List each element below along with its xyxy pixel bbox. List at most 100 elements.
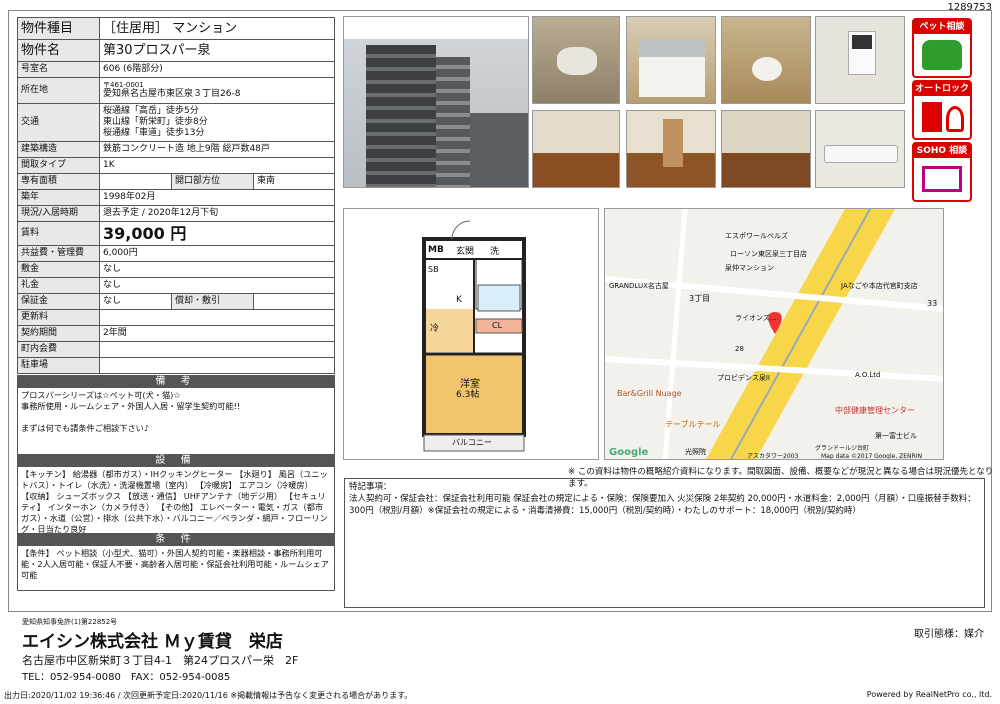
map-label: ライオンズ…: [735, 314, 777, 322]
map-label: ローソン東区泉三丁目店: [730, 250, 807, 258]
map-drawing: [605, 209, 943, 459]
biko-text: プロスパーシリーズは☆ペット可(犬・猫)☆ 事務所使用・ルームシェア・外国人入居…: [17, 388, 335, 454]
building-photo: [343, 16, 529, 188]
tokki-title: 特記事項：: [349, 482, 392, 492]
output-date: 出力日:2020/11/02 19:36:46 / 次回更新予定日:2020/1…: [4, 691, 413, 700]
value-fee: 6,000円: [99, 245, 335, 262]
label-access: 交通: [17, 103, 100, 142]
plan-sb: SB: [428, 265, 439, 274]
value-name: 第30プロスパー泉: [99, 39, 335, 62]
map-label: GRANDLUX名古屋: [609, 282, 669, 290]
photo-intercom: [815, 16, 905, 104]
plan-balcony: バルコニー: [452, 438, 492, 447]
plan-rei: 冷: [430, 324, 440, 334]
label-built: 築年: [17, 189, 100, 206]
property-info-table: 物件種目 ［住居用］ マンション 物件名 第30プロスパー泉 号室名 606 (6階部…: [17, 17, 335, 374]
license: 愛知県知事免許(1)第22852号: [22, 618, 118, 626]
remarks-section: 備 考 プロスパーシリーズは☆ペット可(犬・猫)☆ 事務所使用・ルームシェア・外…: [17, 375, 335, 591]
label-direction: 開口部方位: [171, 173, 254, 190]
access-line: 東山線「新栄町」徒歩8分: [103, 117, 208, 128]
photo-aircon: [815, 110, 905, 188]
value-status: 退去予定 / 2020年12月下旬: [99, 205, 335, 222]
autolock-label: オートロック: [914, 82, 970, 96]
plan-size: 6.3帖: [456, 390, 480, 400]
biko-header: 備 考: [17, 375, 335, 388]
map-label: JAなごや本店代官町支店: [841, 282, 918, 290]
label-name: 物件名: [17, 39, 100, 62]
value-built: 1998年02月: [99, 189, 335, 206]
value-parking: [99, 357, 335, 374]
plan-cl: CL: [492, 321, 503, 330]
label-term: 契約期間: [17, 325, 100, 342]
label-structure: 建築構造: [17, 141, 100, 158]
value-guarantee: なし: [99, 293, 172, 310]
photo-room-2: [626, 110, 716, 188]
label-deposit: 敷金: [17, 261, 100, 278]
company-tel: TEL：052-954-0080 FAX：052-954-0085: [22, 672, 231, 683]
value-address: 愛知県名古屋市東区泉３丁目26-8: [103, 89, 241, 100]
tokki-text: 法人契約可・保証会社：保証会社利用可能 保証会社の規定による・保険：保険要加入 …: [349, 494, 976, 516]
value-community: [99, 341, 335, 358]
label-address: 所在地: [17, 77, 100, 104]
map-label: エスポワールベルズ: [725, 232, 788, 240]
value-direction: 東南: [253, 173, 335, 190]
photo-kitchen: [626, 16, 716, 104]
google-logo: Google: [609, 447, 649, 458]
output-info: 出力日:2020/11/02 19:36:46 / 次回更新予定日:2020/1…: [4, 690, 996, 701]
plan-mb: MB: [428, 245, 444, 255]
map-label: A.O.Ltd: [855, 371, 881, 379]
company-name: エイシン株式会社 Ｍｙ賃貸 栄店: [22, 632, 283, 652]
label-area: 専有面積: [17, 173, 100, 190]
setsubi-header: 設 備: [17, 454, 335, 467]
value-type: ［住居用］ マンション: [99, 17, 335, 40]
pet-icon: ペット相談: [912, 18, 972, 78]
map-label: 33: [927, 299, 938, 308]
photo-bath: [532, 16, 620, 104]
map-label: 中部健康管理センター: [835, 406, 915, 415]
autolock-icon: オートロック: [912, 80, 972, 140]
map-label: 3丁目: [689, 294, 711, 303]
map-label: 第一富士ビル: [875, 432, 917, 440]
label-type: 物件種目: [17, 17, 100, 40]
photo-room-1: [532, 110, 620, 188]
value-area: [99, 173, 172, 190]
label-renewal: 更新料: [17, 309, 100, 326]
agent-footer: 愛知県知事免許(1)第22852号 エイシン株式会社 Ｍｙ賃貸 栄店 名古屋市中…: [8, 615, 992, 683]
label-layout: 間取タイプ: [17, 157, 100, 174]
map-label: テーブルテール: [665, 420, 721, 429]
company-address: 名古屋市中区新栄町３丁目4-1 第24プロスパー栄 2F: [22, 654, 299, 667]
map-label: Bar&Grill Nuage: [617, 389, 682, 398]
plan-genkan: 玄関: [456, 247, 475, 257]
access-line: 桜通線「高岳」徒歩5分: [103, 106, 199, 117]
value-term: 2年間: [99, 325, 335, 342]
label-community: 町内会費: [17, 341, 100, 358]
access-line: 桜通線「車道」徒歩13分: [103, 127, 205, 138]
floor-plan: MB 玄関 洗 SB K 冷 CL 洋室 6.3帖 バルコニー: [343, 208, 599, 460]
value-deposit: なし: [99, 261, 335, 278]
location-map: エスポワールベルズ ローソン東区泉三丁目店 泉仲マンション GRANDLUX名古…: [604, 208, 944, 460]
plan-k: K: [456, 295, 462, 305]
label-amort: 償却・敷引: [171, 293, 254, 310]
setsubi-text: 【キッチン】 給湯器（都市ガス）・IHクッキングヒーター 【水廻り】 風呂（ユニ…: [17, 467, 335, 534]
label-rent: 賃料: [17, 221, 100, 246]
map-label: アスカタワー2003: [747, 453, 799, 460]
value-layout: 1K: [99, 157, 335, 174]
pet-label: ペット相談: [914, 20, 970, 34]
photo-room-3: [721, 110, 811, 188]
photo-toilet: [721, 16, 811, 104]
transaction-type: 取引態様：媒介: [914, 629, 984, 640]
soho-icon: SOHO 相談: [912, 142, 972, 202]
map-label: 28: [735, 345, 744, 353]
plan-sen: 洗: [490, 247, 500, 257]
label-guarantee: 保証金: [17, 293, 100, 310]
map-credit: Map data ©2017 Google, ZENRIN: [821, 453, 922, 460]
value-renewal: [99, 309, 335, 326]
label-room: 号室名: [17, 61, 100, 78]
map-label: プロビデンス泉II: [717, 374, 770, 382]
powered-by: Powered by RealNetPro co., ltd.: [866, 690, 992, 699]
label-keymoney: 礼金: [17, 277, 100, 294]
value-keymoney: なし: [99, 277, 335, 294]
joken-text: 【条件】 ペット相談（小型犬、猫可）・外国人契約可能・楽器相談・事務所利用可能・…: [17, 546, 335, 590]
value-structure: 鉄筋コンクリート造 地上9階 総戸数48戸: [99, 141, 335, 158]
map-label: 光照院: [685, 448, 706, 456]
